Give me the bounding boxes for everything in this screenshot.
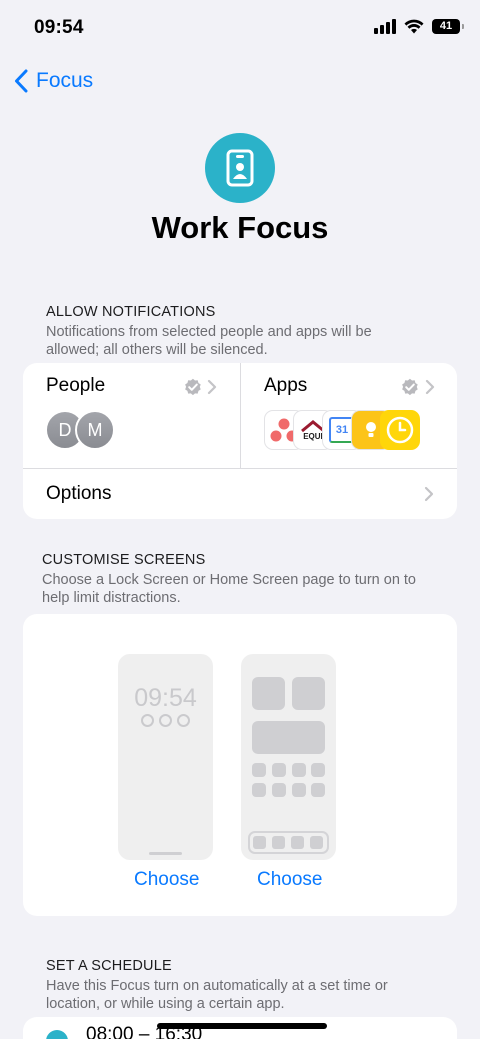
- app-tile: [272, 763, 286, 777]
- chevron-right-icon: [207, 379, 217, 395]
- home-screen-choose-button[interactable]: Choose: [257, 869, 323, 891]
- avatar: M: [75, 410, 115, 450]
- back-button[interactable]: Focus: [14, 64, 93, 98]
- people-label: People: [46, 375, 106, 396]
- dock: [248, 831, 329, 854]
- chevron-right-icon: [424, 486, 434, 502]
- people-cell[interactable]: People D M: [23, 363, 240, 468]
- person-badge-icon: [226, 149, 254, 187]
- home-bar: [149, 852, 182, 855]
- calendar-day: 31: [335, 424, 349, 436]
- app-tile: [292, 783, 306, 797]
- equifax-text: EQUI: [303, 431, 323, 441]
- allow-notifications-card: People D M Apps EQUI 31 Options: [23, 363, 457, 519]
- schedule-header: SET A SCHEDULE: [46, 958, 172, 974]
- battery-icon: 41: [432, 18, 464, 34]
- lock-widgets: [141, 714, 190, 727]
- customise-screens-card: 09:54 Choose Choose: [23, 614, 457, 916]
- app-tile: [252, 783, 266, 797]
- lock-screen-choose-button[interactable]: Choose: [134, 869, 200, 891]
- app-tile: [272, 783, 286, 797]
- clock-icon: [380, 410, 420, 450]
- clock-icon: [46, 1030, 68, 1039]
- verified-check-icon: [402, 378, 418, 396]
- allow-notifications-description: Notifications from selected people and a…: [46, 324, 372, 358]
- chevron-left-icon: [15, 69, 28, 93]
- widget-tile: [292, 677, 325, 710]
- verified-check-icon: [185, 378, 201, 396]
- status-bar: 09:54 41: [0, 0, 480, 56]
- widget-tile: [252, 721, 325, 754]
- work-focus-icon: [205, 133, 275, 203]
- options-row[interactable]: Options: [23, 469, 457, 519]
- app-tile: [292, 763, 306, 777]
- customise-screens-header: CUSTOMISE SCREENS: [42, 552, 206, 568]
- schedule-description: Have this Focus turn on automatically at…: [46, 978, 388, 1012]
- status-time: 09:54: [34, 17, 84, 38]
- widget-tile: [252, 677, 285, 710]
- chevron-right-icon: [425, 379, 435, 395]
- page-title: Work Focus: [151, 210, 329, 245]
- apps-cell[interactable]: Apps EQUI 31: [241, 363, 457, 468]
- options-label: Options: [46, 483, 112, 504]
- allow-notifications-header: ALLOW NOTIFICATIONS: [46, 304, 216, 320]
- apps-label: Apps: [264, 375, 308, 396]
- home-screen-preview[interactable]: [241, 654, 336, 860]
- lock-screen-preview[interactable]: 09:54: [118, 654, 213, 860]
- lock-preview-time: 09:54: [134, 684, 197, 712]
- home-indicator[interactable]: [157, 1023, 327, 1029]
- status-icons: 41: [374, 18, 464, 34]
- customise-screens-description: Choose a Lock Screen or Home Screen page…: [42, 572, 416, 606]
- app-tile: [311, 783, 325, 797]
- cellular-signal-icon: [374, 18, 396, 34]
- wifi-icon: [404, 19, 424, 33]
- app-tile: [311, 763, 325, 777]
- app-tile: [252, 763, 266, 777]
- battery-level: 41: [439, 20, 453, 32]
- back-label: Focus: [36, 69, 94, 92]
